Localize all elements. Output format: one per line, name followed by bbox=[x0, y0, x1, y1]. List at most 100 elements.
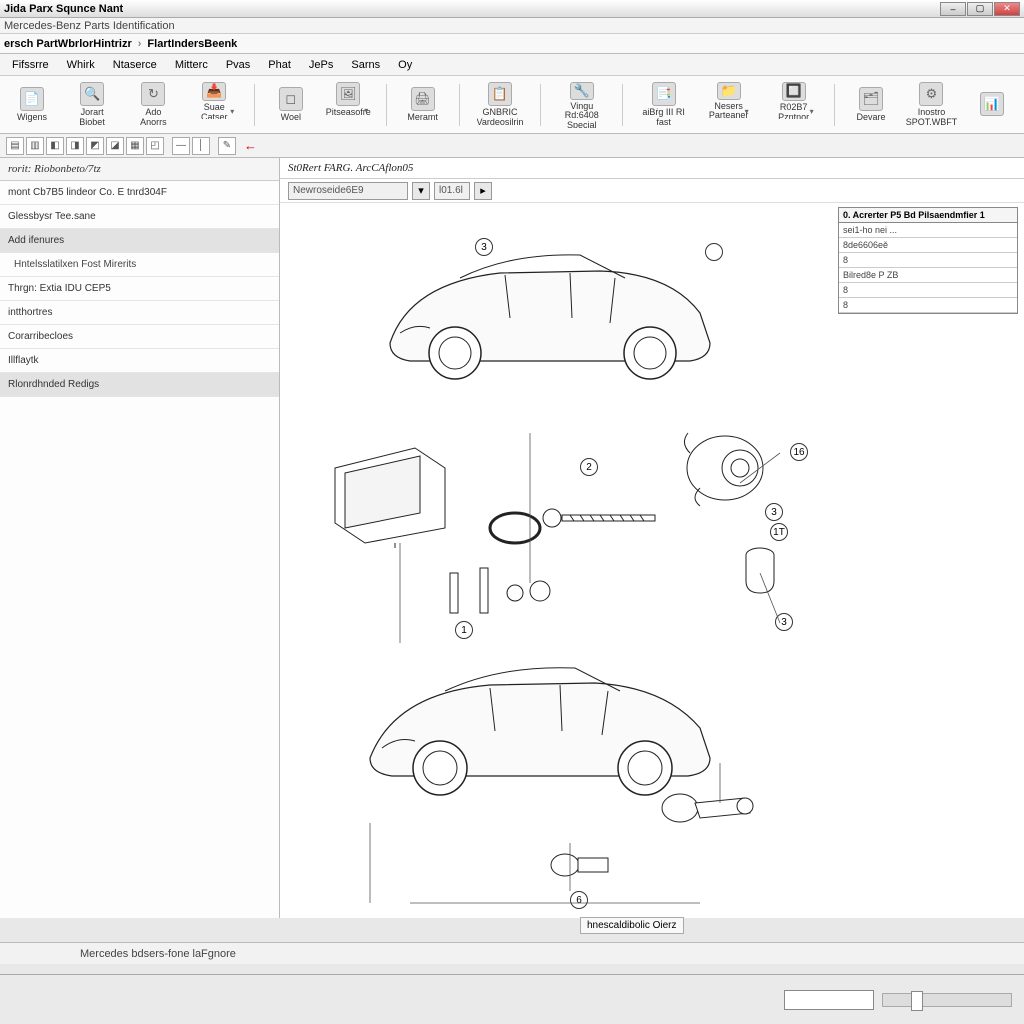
toolbar-separator bbox=[834, 84, 835, 126]
sidebar-item[interactable]: Corarribecloes bbox=[0, 325, 279, 349]
filter-input[interactable]: Newroseide6E9 bbox=[288, 182, 408, 200]
sidebar-item[interactable]: Add ifenures bbox=[0, 229, 279, 253]
sidebar-item[interactable]: Rlonrdhnded Redigs bbox=[0, 373, 279, 397]
arrow-red-icon: ← bbox=[244, 138, 257, 153]
crumb-2[interactable]: FlartIndersBeenk bbox=[147, 38, 237, 50]
wrench-icon: 🔧 bbox=[570, 82, 594, 100]
tool-button[interactable]: 🔍Jorart Biobet bbox=[64, 80, 120, 130]
search-icon: 🔍 bbox=[80, 82, 104, 106]
belt-illustration bbox=[480, 503, 550, 563]
filter-bar: Newroseide6E9 ▾ l01.6l ▸ bbox=[280, 179, 1024, 203]
filter-dropdown[interactable]: ▾ bbox=[412, 182, 430, 200]
menu-item[interactable]: Mitterc bbox=[167, 56, 216, 74]
st-btn[interactable]: ▤ bbox=[6, 137, 24, 155]
toolbar-separator bbox=[622, 84, 623, 126]
callout-3c[interactable]: 3 bbox=[775, 613, 793, 631]
parts-row[interactable]: 8 bbox=[839, 283, 1017, 298]
menu-item[interactable]: JePs bbox=[301, 56, 341, 74]
folder-icon: 📁 bbox=[717, 82, 741, 100]
menu-item[interactable]: Sarns bbox=[343, 56, 388, 74]
st-btn[interactable]: ◰ bbox=[146, 137, 164, 155]
callout-3[interactable]: 3 bbox=[475, 238, 493, 256]
tool-button[interactable]: ⚙Inostro SPOT.WBFT bbox=[903, 80, 960, 130]
toolbar-separator bbox=[386, 84, 387, 126]
st-btn[interactable]: ▦ bbox=[126, 137, 144, 155]
tool-button[interactable]: ◻Woel bbox=[267, 80, 315, 130]
tool-button[interactable]: 📁Nesers Parteaner Pedarnet bbox=[700, 80, 757, 130]
callout-16[interactable]: 16 bbox=[790, 443, 808, 461]
menu-item[interactable]: Oy bbox=[390, 56, 420, 74]
tool-button[interactable]: 🗂Devare bbox=[847, 80, 895, 130]
menu-item[interactable]: Fifssrre bbox=[4, 56, 57, 74]
close-button[interactable]: ✕ bbox=[994, 2, 1020, 16]
crumb-1[interactable]: ersch PartWbrlorHintrizr bbox=[4, 38, 132, 50]
card-icon: 🗂 bbox=[859, 87, 883, 111]
maximize-button[interactable]: ▢ bbox=[967, 2, 993, 16]
parts-row[interactable]: 8 bbox=[839, 253, 1017, 268]
st-btn[interactable]: — bbox=[172, 137, 190, 155]
parts-row[interactable]: 8de6606eě bbox=[839, 238, 1017, 253]
callout-1t[interactable]: 1T bbox=[770, 523, 788, 541]
sidebar-item[interactable]: intthortres bbox=[0, 301, 279, 325]
sensor-illustration bbox=[650, 778, 770, 838]
callout-3b[interactable]: 3 bbox=[765, 503, 783, 521]
tool-button[interactable]: 🖨Meramt bbox=[399, 80, 447, 130]
tool-button[interactable]: 🔧Vingu Rd:6408 Special Bisster bbox=[553, 80, 610, 130]
callout-6[interactable]: 6 bbox=[570, 891, 588, 909]
tool-button[interactable]: 📑aiBṙg III RI fast bbox=[635, 80, 692, 130]
sidebar-item[interactable]: mont Cb7B5 lindeor Co. E tnrd304F bbox=[0, 181, 279, 205]
app-title: Jida Parx Squnce Nant bbox=[4, 3, 123, 15]
sensor2-illustration bbox=[540, 843, 620, 888]
menu-item[interactable]: Whirk bbox=[59, 56, 103, 74]
minimize-button[interactable]: – bbox=[940, 2, 966, 16]
screw-illustration bbox=[540, 503, 670, 533]
tabs-icon: 📑 bbox=[652, 82, 676, 106]
sidebar-item[interactable]: Glessbysr Tee.sane bbox=[0, 205, 279, 229]
toolbar-separator bbox=[540, 84, 541, 126]
menu-item[interactable]: Ntaserce bbox=[105, 56, 165, 74]
refresh-icon: ↻ bbox=[141, 82, 165, 106]
parts-row[interactable]: Bilred8e P ZB bbox=[839, 268, 1017, 283]
clipboard-icon: 📋 bbox=[488, 82, 512, 106]
tool-button[interactable]: 📥Suae Catser bbox=[187, 80, 242, 130]
st-btn[interactable]: │ bbox=[192, 137, 210, 155]
tool-button[interactable]: ↻Ado Anorrs bbox=[128, 80, 179, 130]
menu-item[interactable]: Pvas bbox=[218, 56, 258, 74]
save-icon: 📥 bbox=[202, 82, 226, 101]
print-icon: 🖨 bbox=[411, 87, 435, 111]
st-btn[interactable]: ◪ bbox=[106, 137, 124, 155]
menu-item[interactable]: Phat bbox=[260, 56, 299, 74]
tool-button[interactable]: 📊 bbox=[968, 80, 1016, 130]
st-btn[interactable]: ▥ bbox=[26, 137, 44, 155]
diagram-footer-label: hnescaldibolic Oierz bbox=[580, 917, 684, 934]
st-btn[interactable]: ◩ bbox=[86, 137, 104, 155]
tool-button[interactable]: 🖼Pitseasofre bbox=[323, 80, 374, 130]
zoom-slider[interactable] bbox=[882, 993, 1012, 1007]
callout-blank[interactable] bbox=[705, 243, 723, 261]
parts-table[interactable]: 0. Acrerter P5 Bd Pilsaendmfier 1 sei1-h… bbox=[838, 207, 1018, 314]
st-btn[interactable]: ◨ bbox=[66, 137, 84, 155]
st-btn[interactable]: ◧ bbox=[46, 137, 64, 155]
sidebar-item[interactable]: Illflaytk bbox=[0, 349, 279, 373]
title-bar: Jida Parx Squnce Nant – ▢ ✕ bbox=[0, 0, 1024, 18]
sidebar: rorit: Riobonbeto/7tz mont Cb7B5 lindeor… bbox=[0, 158, 280, 918]
filter-go-button[interactable]: ▸ bbox=[474, 182, 492, 200]
parts-row[interactable]: sei1-ho nei ... bbox=[839, 223, 1017, 238]
st-btn[interactable]: ✎ bbox=[218, 137, 236, 155]
sidebar-item[interactable]: Thrgn: Extia IDU CEP5 bbox=[0, 277, 279, 301]
menu-bar: Fifssrre Whirk Ntaserce Mitterc Pvas Pha… bbox=[0, 54, 1024, 76]
callout-2[interactable]: 2 bbox=[580, 458, 598, 476]
tool-button[interactable]: 🔲R02B7 Pzntnor bbox=[765, 80, 822, 130]
status-bar: Mercedes bdsers-fone laFgnore bbox=[0, 942, 1024, 964]
tool-button[interactable]: 📋GNBRIC Vardeosilrin bbox=[471, 80, 528, 130]
diagram-viewport[interactable]: 3 2 16 bbox=[280, 203, 838, 918]
sub-title-bar: Mercedes-Benz Parts Identification bbox=[0, 18, 1024, 34]
toolbar: 📄Wigens 🔍Jorart Biobet ↻Ado Anorrs 📥Suae… bbox=[0, 76, 1024, 134]
parts-row[interactable]: 8 bbox=[839, 298, 1017, 313]
sidebar-item[interactable]: Hntelsslatilxen Fost Mirerits bbox=[0, 253, 279, 277]
tool-button[interactable]: 📄Wigens bbox=[8, 80, 56, 130]
chart-icon: 📊 bbox=[980, 92, 1004, 116]
bottom-input[interactable] bbox=[784, 990, 874, 1010]
filter-small-input[interactable]: l01.6l bbox=[434, 182, 470, 200]
parts-table-header: 0. Acrerter P5 Bd Pilsaendmfier 1 bbox=[839, 208, 1017, 223]
